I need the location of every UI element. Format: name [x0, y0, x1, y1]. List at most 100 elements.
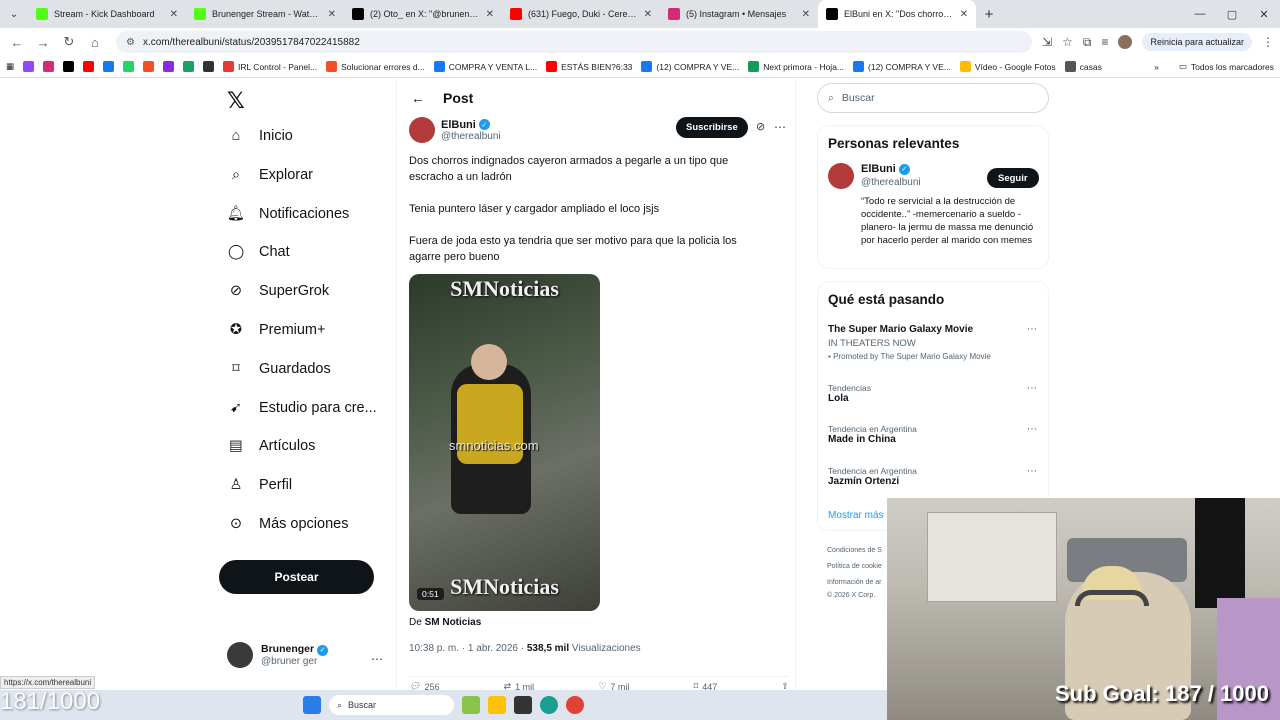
close-tab-icon[interactable]: ✕ — [170, 9, 178, 20]
nav-item-inicio[interactable]: ⌂ Inicio — [227, 127, 293, 145]
bookmark-item[interactable] — [123, 61, 135, 72]
more-icon[interactable]: ⋯ — [1027, 466, 1037, 477]
author-handle[interactable]: @therealbuni — [441, 131, 501, 142]
bookmark-item[interactable]: (12) COMPRA Y VE... — [853, 61, 951, 72]
post-time[interactable]: 10:38 p. m. · 1 abr. 2026 · — [409, 643, 524, 654]
update-button[interactable]: Reinicia para actualizar — [1142, 33, 1252, 51]
widget-icon[interactable] — [462, 696, 480, 714]
file-explorer-icon[interactable] — [488, 696, 506, 714]
like-button[interactable]: ♡ 7 mil — [598, 681, 629, 690]
close-tab-icon[interactable]: ✕ — [960, 9, 968, 20]
chrome-icon[interactable] — [566, 696, 584, 714]
nav-item-chat[interactable]: ◯ Chat — [227, 243, 290, 261]
person-handle[interactable]: @therealbuni — [861, 177, 921, 188]
bookmark-item[interactable] — [143, 61, 155, 72]
subscribe-button[interactable]: Suscribirse — [676, 117, 748, 138]
apps-icon[interactable]: ▦ — [6, 61, 14, 72]
browser-tab[interactable]: (2) Oto_ en X: "@brunenger" ✕ — [344, 0, 502, 28]
install-app-icon[interactable]: ⇲ — [1042, 35, 1052, 49]
back-arrow-icon[interactable]: ← — [411, 90, 425, 106]
trend-item[interactable]: Tendencia en Argentina Made in China ⋯ — [828, 424, 1040, 445]
address-bar[interactable]: ⚙ x.com/therealbuni/status/2039517847022… — [116, 31, 1033, 53]
person-name[interactable]: ElBuni — [861, 163, 896, 175]
close-window-button[interactable]: ✕ — [1248, 8, 1280, 21]
close-tab-icon[interactable]: ✕ — [644, 9, 652, 20]
avatar[interactable] — [409, 117, 435, 143]
browser-tab[interactable]: ElBuni en X: "Dos chorros indign ✕ — [818, 0, 976, 28]
post-button[interactable]: Postear — [219, 560, 374, 594]
reply-button[interactable]: 💬︎ 256 — [409, 681, 439, 690]
more-icon[interactable]: ⋯ — [1027, 424, 1037, 435]
browser-menu-icon[interactable]: ⋮ — [1262, 35, 1274, 49]
search-input[interactable]: ⌕ Buscar — [817, 83, 1049, 113]
post-author[interactable]: ElBuni ✓ @therealbuni — [409, 117, 501, 143]
bookmark-item[interactable] — [43, 61, 55, 72]
nav-item-explorar[interactable]: ⌕ Explorar — [227, 166, 313, 184]
home-button[interactable]: ⌂ — [84, 31, 106, 53]
bookmark-item[interactable] — [163, 61, 175, 72]
footer-link[interactable]: Política de cookie — [827, 563, 882, 570]
avatar[interactable] — [828, 163, 854, 189]
nav-item-notificaciones[interactable]: 🔔︎ Notificaciones — [227, 205, 349, 223]
edge-icon[interactable] — [540, 696, 558, 714]
bookmark-item[interactable] — [103, 61, 115, 72]
bookmark-item[interactable] — [83, 61, 95, 72]
bookmark-item[interactable] — [203, 61, 215, 72]
browser-tab[interactable]: (631) Fuego, Duki - Cereza - You ✕ — [502, 0, 660, 28]
bookmark-item[interactable] — [23, 61, 35, 72]
reading-list-icon[interactable]: ≡ — [1101, 35, 1108, 49]
nav-item-guardados[interactable]: ⌑ Guardados — [227, 360, 330, 378]
author-name[interactable]: ElBuni — [441, 119, 476, 131]
trend-item[interactable]: The Super Mario Galaxy Movie IN THEATERS… — [828, 324, 1040, 361]
reload-button[interactable]: ↻ — [58, 31, 80, 53]
site-info-icon[interactable]: ⚙ — [126, 37, 135, 48]
browser-tab[interactable]: (5) Instagram • Mensajes ✕ — [660, 0, 818, 28]
grok-icon[interactable]: ⊘ — [756, 120, 765, 133]
bookmark-item[interactable] — [63, 61, 75, 72]
more-icon[interactable]: ⋯ — [371, 652, 383, 666]
x-logo[interactable]: 𝕏 — [227, 88, 245, 114]
taskbar-search[interactable]: ⌕ Buscar — [329, 695, 454, 715]
bookmark-item[interactable]: COMPRA Y VENTA L... — [433, 61, 537, 72]
bookmark-item[interactable]: ESTÁS BIEN?6:33 — [546, 61, 632, 72]
footer-link[interactable]: Información de ar — [827, 579, 881, 586]
extensions-icon[interactable]: ⧉ — [1083, 35, 1092, 50]
repost-button[interactable]: ⇄ 1 mil — [504, 681, 535, 690]
bookmark-star-icon[interactable]: ☆ — [1062, 35, 1073, 49]
nav-item-supergrok[interactable]: ⊘ SuperGrok — [227, 282, 329, 300]
bookmark-item[interactable]: (12) COMPRA Y VE... — [641, 61, 739, 72]
maximize-button[interactable]: ▢ — [1216, 8, 1248, 21]
bookmark-item[interactable]: Solucionar errores d... — [326, 61, 425, 72]
more-bookmarks-icon[interactable]: » — [1154, 62, 1159, 72]
bookmark-item[interactable]: casas — [1064, 61, 1102, 72]
more-icon[interactable]: ⋯ — [774, 120, 786, 134]
browser-tab[interactable]: Stream - Kick Dashboard ✕ — [28, 0, 186, 28]
close-tab-icon[interactable]: ✕ — [486, 9, 494, 20]
minimize-button[interactable]: — — [1184, 8, 1216, 21]
browser-tab[interactable]: Brunenger Stream - Watch Live ✕ — [186, 0, 344, 28]
trend-item[interactable]: Tendencias Lola ⋯ — [828, 383, 1040, 404]
nav-item-perfil[interactable]: ♙ Perfil — [227, 476, 293, 494]
nav-item-estudio-para-cre[interactable]: ➹ Estudio para cre... — [227, 399, 377, 417]
bookmark-item[interactable]: Next primora - Hoja... — [748, 61, 844, 72]
nav-item-artículos[interactable]: ▤ Artículos — [227, 437, 315, 455]
follow-button[interactable]: Seguir — [987, 168, 1039, 188]
all-bookmarks-link[interactable]: Todos los marcadores — [1191, 62, 1274, 72]
start-icon[interactable] — [303, 696, 321, 714]
bookmark-item[interactable]: Vídeo - Google Fotos — [959, 61, 1056, 72]
bookmark-item[interactable]: IRL Control - Panel... — [223, 61, 317, 72]
account-switcher[interactable]: Brunenger ✓ @bruner ger ⋯ — [227, 642, 383, 668]
bookmark-button[interactable]: ⌑ 447 — [694, 681, 718, 690]
trend-item[interactable]: Tendencia en Argentina Jazmín Ortenzi ⋯ — [828, 466, 1040, 487]
footer-link[interactable]: Condiciones de S — [827, 547, 882, 554]
obs-icon[interactable] — [514, 696, 532, 714]
close-tab-icon[interactable]: ✕ — [802, 9, 810, 20]
more-icon[interactable]: ⋯ — [1027, 324, 1037, 335]
share-button[interactable]: ⇪ — [781, 681, 789, 690]
post-video[interactable]: SMNoticias smnoticias.com SMNoticias 0:5… — [409, 274, 600, 611]
new-tab-button[interactable]: + — [976, 0, 1002, 28]
nav-item-más-opciones[interactable]: ⊙ Más opciones — [227, 515, 349, 533]
forward-button[interactable]: → — [32, 31, 54, 53]
tab-search-dropdown[interactable]: ⌄ — [0, 0, 28, 28]
close-tab-icon[interactable]: ✕ — [328, 9, 336, 20]
